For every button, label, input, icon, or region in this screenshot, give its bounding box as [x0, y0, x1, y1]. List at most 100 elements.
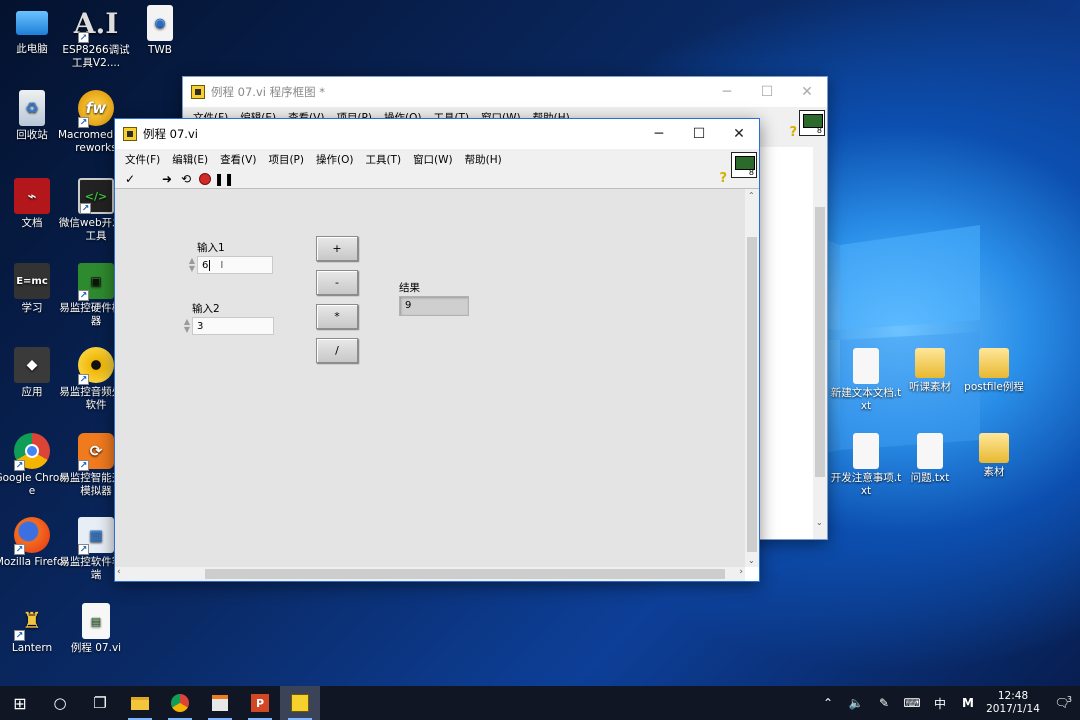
ime-indicator[interactable]: 中	[926, 695, 954, 712]
help-icon[interactable]: ?	[719, 171, 727, 186]
increment-decrement-icon[interactable]: ▲ ▼	[187, 255, 197, 275]
text-file-icon	[853, 433, 879, 469]
labview-icon[interactable]	[280, 686, 320, 720]
divide-button[interactable]: /	[316, 338, 358, 363]
window-controls: ─ ☐ ✕	[707, 77, 827, 107]
desktop-icon-twb[interactable]: ◉ TWB	[122, 5, 198, 57]
labview-app-icon	[191, 85, 205, 99]
run-continuous-icon[interactable]: ⟲	[177, 171, 195, 187]
client-app-icon: ▦ ↗	[78, 517, 114, 555]
ai-app-icon: A.I ↗	[73, 6, 119, 43]
menu-tools[interactable]: 工具(T)	[359, 152, 407, 167]
ime-mode-indicator[interactable]: M	[954, 696, 982, 710]
input2-control: ▲ ▼ 3	[182, 316, 274, 336]
chevron-up-icon[interactable]: ⌃	[814, 696, 842, 710]
desktop-icon-label: 应用	[21, 386, 43, 398]
desktop-icon-assets[interactable]: 素材	[956, 433, 1032, 479]
switch-sim-icon: ⟳ ↗	[78, 433, 114, 471]
input2-field[interactable]: 3	[192, 317, 274, 335]
front-panel-canvas: 输入1 ▲ ▼ 6I 输入2 ▲ ▼ 3 + - * / 结果 9	[115, 189, 745, 567]
volume-icon[interactable]: 🔈	[842, 696, 870, 710]
chrome-icon[interactable]	[160, 686, 200, 720]
desktop-icon-label: 例程 07.vi	[70, 642, 122, 654]
subtract-button[interactable]: -	[316, 270, 358, 295]
menu-file[interactable]: 文件(F)	[119, 152, 166, 167]
firefox-icon: ↗	[14, 517, 50, 555]
pen-icon[interactable]: ✎	[870, 696, 898, 710]
front-panel-menubar: 文件(F) 编辑(E) 查看(V) 项目(P) 操作(O) 工具(T) 窗口(W…	[115, 149, 759, 169]
menu-window[interactable]: 窗口(W)	[407, 152, 459, 167]
desktop-icon-label: Lantern	[11, 642, 53, 654]
desktop-icon-label: 文档	[21, 217, 43, 229]
twb-file-icon: ◉	[147, 5, 173, 41]
front-panel-titlebar[interactable]: 例程 07.vi ─ ☐ ✕	[115, 119, 759, 149]
input1-label: 输入1	[197, 242, 225, 254]
chrome-icon: ↗	[14, 433, 50, 471]
maximize-button[interactable]: ☐	[747, 77, 787, 107]
clock-time: 12:48	[997, 690, 1029, 702]
run-arrow-icon[interactable]: ➜	[158, 171, 176, 187]
folder-icon	[915, 348, 945, 378]
system-tray: ⌃ 🔈 ✎ ⌨ 中 M 12:48 2017/1/14 🗨 3	[814, 686, 1080, 720]
start-icon[interactable]: ⊞	[0, 686, 40, 720]
clock[interactable]: 12:48 2017/1/14	[982, 690, 1044, 716]
fireworks-icon: fw ↗	[78, 90, 114, 128]
result-indicator: 9	[399, 296, 469, 316]
desktop-icon-label: TWB	[148, 44, 172, 56]
clock-date: 2017/1/14	[986, 703, 1040, 715]
keyboard-icon[interactable]: ⌨	[898, 696, 926, 710]
window-title: 例程 07.vi	[143, 127, 198, 141]
window-controls: ─ ☐ ✕	[639, 119, 759, 149]
input1-control: ▲ ▼ 6I	[187, 255, 273, 275]
increment-decrement-icon[interactable]: ▲ ▼	[182, 316, 192, 336]
menu-project[interactable]: 项目(P)	[262, 152, 310, 167]
add-button[interactable]: +	[316, 236, 358, 261]
desktop-icon-label: postfile例程	[964, 381, 1024, 393]
input2-label: 输入2	[192, 303, 220, 315]
vertical-scrollbar[interactable]: ⌃ ⌄	[745, 189, 759, 567]
text-file-icon	[853, 348, 879, 384]
desktop-icon-label: 素材	[983, 466, 1005, 478]
notification-icon[interactable]: 🗨 3	[1044, 695, 1080, 710]
vertical-scrollbar[interactable]: ⌄	[813, 147, 827, 539]
task-view-icon[interactable]: ❐	[80, 686, 120, 720]
input1-field[interactable]: 6I	[197, 256, 273, 274]
cortana-icon[interactable]: ○	[40, 686, 80, 720]
vi-icon	[799, 110, 825, 136]
help-icon[interactable]: ?	[789, 125, 797, 140]
folder-icon	[979, 433, 1009, 463]
desktop-icon-postfile[interactable]: postfile例程	[956, 348, 1032, 394]
store-icon[interactable]	[200, 686, 240, 720]
desktop-icon-label: 问题.txt	[910, 472, 950, 484]
close-button[interactable]: ✕	[787, 77, 827, 107]
labview-app-icon	[123, 127, 137, 141]
desktop-icon-label: 学习	[21, 302, 43, 314]
taskbar: ⊞ ○ ❐ P ⌃ 🔈 ✎ ⌨ 中 M 12:48 2017/1/14 🗨 3	[0, 686, 1080, 720]
pause-icon[interactable]: ❚❚	[214, 171, 234, 187]
block-diagram-titlebar[interactable]: 例程 07.vi 程序框图 * ─ ☐ ✕	[183, 77, 827, 107]
multiply-button[interactable]: *	[316, 304, 358, 329]
notification-count: 3	[1066, 695, 1072, 704]
recycle-bin-icon: ♻	[19, 90, 45, 126]
desktop-icon-label: 听课素材	[909, 381, 951, 393]
menu-edit[interactable]: 编辑(E)	[166, 152, 214, 167]
horizontal-scrollbar[interactable]: ‹ ›	[115, 567, 745, 581]
minimize-button[interactable]: ─	[707, 77, 747, 107]
menu-help[interactable]: 帮助(H)	[459, 152, 508, 167]
close-button[interactable]: ✕	[719, 119, 759, 149]
menu-view[interactable]: 查看(V)	[214, 152, 262, 167]
maximize-button[interactable]: ☐	[679, 119, 719, 149]
abort-icon[interactable]	[196, 171, 214, 187]
checkmark-icon[interactable]: ✓	[121, 171, 139, 187]
folder-icon	[979, 348, 1009, 378]
apps-icon: ◆	[14, 347, 50, 383]
desktop-icon-label: 此电脑	[16, 43, 48, 55]
vi-icon	[731, 152, 757, 178]
menu-operate[interactable]: 操作(O)	[310, 152, 359, 167]
minimize-button[interactable]: ─	[639, 119, 679, 149]
emc-folder-icon: E=mc	[14, 263, 50, 299]
wechat-devtools-icon: </> ↗	[78, 178, 114, 214]
desktop-icon-vi-file[interactable]: ▤ 例程 07.vi	[58, 603, 134, 655]
file-explorer-icon[interactable]	[120, 686, 160, 720]
powerpoint-icon[interactable]: P	[240, 686, 280, 720]
